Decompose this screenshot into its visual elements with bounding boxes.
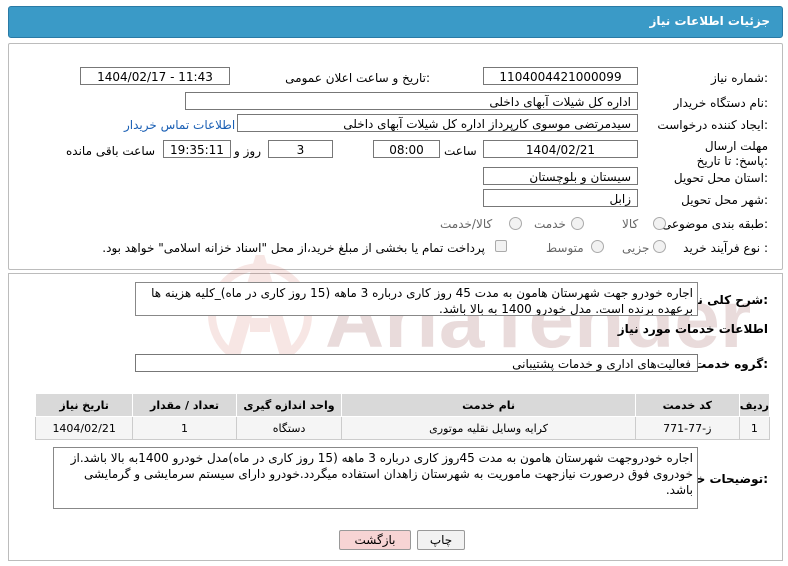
col-unit: واحد اندازه گیری [235, 393, 343, 417]
province-label: استان محل تحویل: [673, 171, 768, 185]
need-number-field: 1104004421000099 [483, 67, 638, 85]
back-button[interactable]: بازگشت [339, 530, 411, 550]
col-service-code: کد خدمت [634, 393, 740, 417]
page-header: جزئیات اطلاعات نیاز [8, 6, 783, 38]
services-title: اطلاعات خدمات مورد نیاز [617, 322, 768, 336]
category-goods-radio[interactable] [653, 217, 666, 230]
announce-datetime-field: 1404/02/17 - 11:43 [80, 67, 230, 85]
treasury-payment-checkbox[interactable] [495, 240, 507, 252]
print-button[interactable]: چاپ [417, 530, 465, 550]
category-service-radio[interactable] [571, 217, 584, 230]
cell-service-name: کرایه وسایل نقلیه موتوری [341, 416, 636, 440]
category-label: طبقه بندی موضوعی: [661, 217, 768, 231]
treasury-payment-note: پرداخت تمام یا بخشی از مبلغ خرید،از محل … [102, 241, 485, 255]
announce-datetime-label: تاریخ و ساعت اعلان عمومی: [285, 71, 430, 85]
process-minor-radio[interactable] [653, 240, 666, 253]
deadline-time-label: ساعت [444, 144, 477, 158]
process-medium-label: متوسط [546, 241, 584, 255]
process-label: نوع فرآیند خرید : [683, 241, 768, 255]
remaining-time-field: 19:35:11 [163, 140, 231, 158]
cell-unit: دستگاه [235, 416, 343, 440]
remaining-days-label: روز و [234, 144, 261, 158]
cell-quantity: 1 [132, 416, 237, 440]
description-textarea[interactable]: اجاره خودرو جهت شهرستان هامون به مدت 45 … [135, 282, 698, 316]
need-number-label: شماره نیاز: [710, 71, 768, 85]
buyer-org-label: نام دستگاه خریدار: [673, 96, 769, 110]
deadline-label: مهلت ارسال پاسخ: تا تاریخ: [696, 139, 768, 168]
table-row: 1404/02/21 1 دستگاه کرایه وسایل نقلیه مو… [34, 416, 771, 440]
process-medium-radio[interactable] [591, 240, 604, 253]
cell-need-date: 1404/02/21 [34, 416, 134, 440]
city-label: شهر محل تحویل: [681, 193, 768, 207]
remaining-time-label: ساعت باقی مانده [66, 144, 156, 158]
page-title: جزئیات اطلاعات نیاز [649, 14, 770, 28]
deadline-time-field: 08:00 [373, 140, 440, 158]
cell-row-number: 1 [738, 416, 771, 440]
category-goods-label: کالا [622, 217, 639, 231]
category-goods-service-radio[interactable] [509, 217, 522, 230]
category-service-label: خدمت [534, 217, 566, 231]
requester-label: ایجاد کننده درخواست: [657, 118, 768, 132]
requester-field: سیدمرتضی موسوی کارپرداز اداره کل شیلات آ… [237, 114, 638, 132]
deadline-date-field: 1404/02/21 [483, 140, 638, 158]
province-field: سیستان و بلوچستان [483, 167, 638, 185]
col-row-number: ردیف [738, 393, 771, 417]
col-quantity: تعداد / مقدار [132, 393, 237, 417]
col-service-name: نام خدمت [341, 393, 636, 417]
col-need-date: تاریخ نیاز [34, 393, 134, 417]
services-table: تاریخ نیاز تعداد / مقدار واحد اندازه گیر… [34, 393, 771, 440]
buyer-org-field: اداره کل شیلات آبهای داخلی [185, 92, 638, 110]
buyer-notes-textarea[interactable]: اجاره خودروجهت شهرستان هامون به مدت 45رو… [53, 447, 698, 509]
category-goods-service-label: کالا/خدمت [440, 217, 493, 231]
table-header-row: تاریخ نیاز تعداد / مقدار واحد اندازه گیر… [34, 393, 771, 417]
buyer-contact-link[interactable]: اطلاعات تماس خریدار [124, 118, 235, 132]
process-minor-label: جزیی [622, 241, 650, 255]
cell-service-code: ز-77-771 [634, 416, 740, 440]
remaining-days-field: 3 [268, 140, 333, 158]
service-group-field: فعالیت‌های اداری و خدمات پشتیبانی [135, 354, 698, 372]
service-group-label: گروه خدمت: [694, 357, 768, 371]
city-field: زابل [483, 189, 638, 207]
